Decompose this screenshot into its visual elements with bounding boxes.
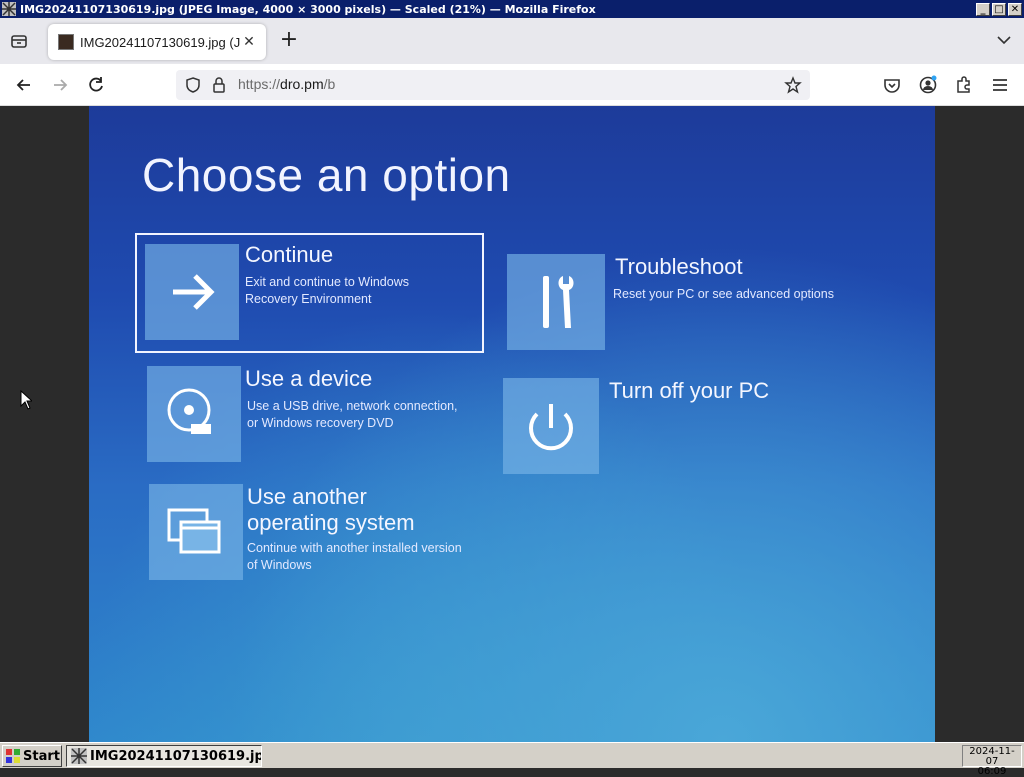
continue-desc-line1: Exit and continue to Windows (245, 275, 409, 289)
shield-icon[interactable] (184, 76, 202, 94)
maximize-button[interactable]: □ (992, 2, 1006, 16)
continue-desc-line2: Recovery Environment (245, 292, 372, 306)
continue-tile (145, 244, 239, 340)
window-title: IMG20241107130619.jpg (JPEG Image, 4000 … (20, 2, 596, 16)
extensions-icon[interactable] (954, 75, 974, 95)
url-host: dro.pm (280, 76, 324, 92)
taskbar-item-firefox[interactable]: IMG20241107130619.jp... (66, 745, 262, 767)
device-desc: Use a USB drive, network connection, or … (247, 398, 477, 432)
window-titlebar: IMG20241107130619.jpg (JPEG Image, 4000 … (0, 0, 1024, 18)
url-scheme: https:// (238, 76, 281, 92)
windows-stack-icon (167, 508, 221, 554)
pocket-icon[interactable] (882, 75, 902, 95)
clock-date: 2024-11-07 (969, 746, 1015, 767)
clock-time: 06:09 (977, 766, 1007, 777)
tab-list-icon[interactable] (8, 30, 30, 52)
another-os-label-line1: Use another (247, 484, 367, 509)
photo-heading: Choose an option (142, 149, 511, 201)
device-desc-line2: or Windows recovery DVD (247, 416, 394, 430)
power-tile (503, 378, 599, 474)
firefox-task-icon (71, 748, 87, 764)
minimize-button[interactable]: _ (976, 2, 990, 16)
taskbar-clock: 2024-11-07 06:09 (962, 745, 1022, 777)
troubleshoot-label: Troubleshoot (615, 254, 743, 279)
forward-arrow-icon[interactable] (50, 75, 70, 95)
another-os-label-line2: operating system (247, 510, 415, 535)
start-button[interactable]: Start (2, 745, 62, 767)
url-path: /b (323, 76, 336, 92)
navigation-bar: https://dro.pm/b (0, 64, 1024, 106)
tab-image[interactable]: IMG20241107130619.jpg (JPEG Image, 4000 … (48, 24, 266, 60)
disc-usb-icon (167, 388, 211, 434)
new-tab-button[interactable]: + (278, 29, 300, 52)
troubleshoot-tile (507, 254, 605, 350)
account-icon[interactable] (918, 75, 938, 95)
continue-label: Continue (245, 242, 334, 267)
url-text[interactable]: https://dro.pm/b (238, 76, 335, 92)
tools-icon (543, 276, 574, 328)
another-os-desc-line1: Continue with another installed version (247, 541, 462, 555)
power-icon (529, 404, 573, 451)
firefox-app-icon (2, 2, 16, 16)
start-label: Start (23, 748, 60, 764)
close-window-button[interactable]: ✕ (1008, 2, 1022, 16)
mouse-cursor-icon (20, 390, 32, 410)
another-os-desc: Continue with another installed version … (247, 540, 507, 574)
bookmark-star-icon[interactable] (784, 76, 802, 94)
hamburger-menu-icon[interactable] (990, 75, 1010, 95)
another-os-desc-line2: of Windows (247, 558, 312, 572)
displayed-photo[interactable]: Choose an option Continue Exit and conti… (89, 106, 935, 742)
taskbar-item-label: IMG20241107130619.jp... (90, 748, 262, 764)
device-desc-line1: Use a USB drive, network connection, (247, 399, 458, 413)
continue-desc: Exit and continue to Windows Recovery En… (245, 274, 475, 308)
image-favicon-icon (58, 34, 74, 50)
device-tile (147, 366, 241, 462)
taskbar: Start IMG20241107130619.jp... 2024-11-07… (0, 742, 1024, 777)
chevron-down-icon[interactable] (996, 32, 1012, 48)
lock-icon[interactable] (210, 76, 228, 94)
device-label: Use a device (245, 366, 373, 391)
tab-label: IMG20241107130619.jpg (JPEG Image, 4000 … (80, 34, 240, 50)
url-bar[interactable]: https://dro.pm/b (176, 70, 810, 100)
tab-strip: IMG20241107130619.jpg (JPEG Image, 4000 … (0, 18, 1024, 64)
troubleshoot-desc: Reset your PC or see advanced options (613, 287, 834, 301)
another-os-tile (149, 484, 243, 580)
tab-close-icon[interactable]: ✕ (240, 33, 258, 51)
arrow-right-icon (173, 274, 215, 310)
reload-icon[interactable] (86, 75, 106, 95)
start-icon (6, 749, 20, 763)
back-arrow-icon[interactable] (14, 75, 34, 95)
turn-off-label: Turn off your PC (609, 378, 770, 403)
image-viewer: Choose an option Continue Exit and conti… (0, 106, 1024, 742)
